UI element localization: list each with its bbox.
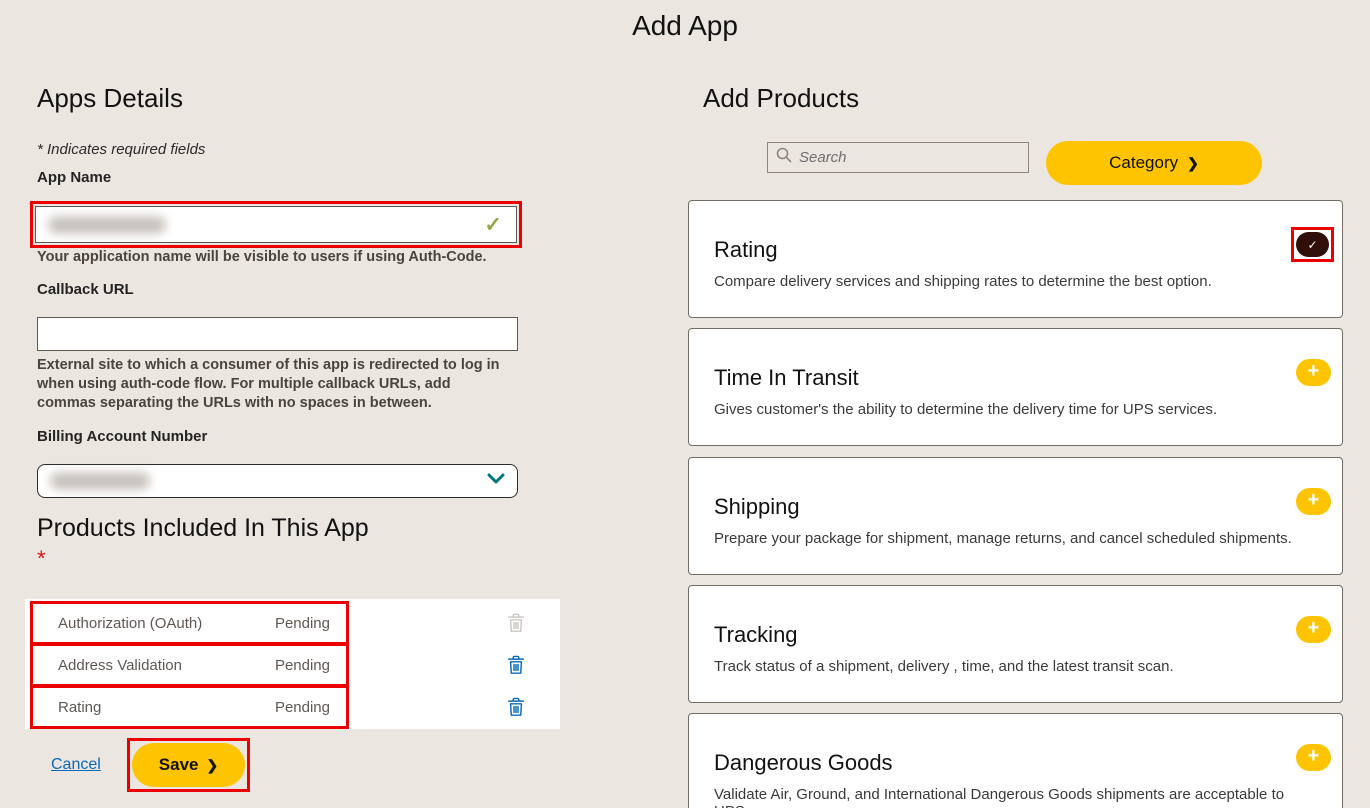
app-name-label: App Name (37, 169, 111, 186)
card-title: Time In Transit (714, 365, 859, 391)
page-title: Add App (0, 10, 1370, 42)
table-row: Authorization (OAuth) Pending (30, 601, 349, 645)
product-name: Rating (58, 699, 101, 716)
product-search (767, 142, 1029, 173)
app-name-redacted-value (48, 216, 166, 233)
product-card-rating: Rating Compare delivery services and shi… (688, 200, 1343, 318)
product-card-shipping: Shipping Prepare your package for shipme… (688, 457, 1343, 575)
selected-check-toggle[interactable]: ✓ (1296, 232, 1329, 257)
table-row: Address Validation Pending (30, 643, 349, 687)
card-description: Track status of a shipment, delivery , t… (714, 658, 1314, 675)
search-icon (776, 147, 792, 168)
status-badge: Pending (275, 615, 330, 632)
cancel-link[interactable]: Cancel (51, 756, 101, 774)
chevron-right-icon: ❯ (206, 757, 218, 774)
app-name-helper: Your application name will be visible to… (37, 248, 527, 267)
status-badge: Pending (275, 657, 330, 674)
add-app-page: Add App Apps Details * Indicates require… (0, 0, 1370, 808)
billing-account-redacted-value (50, 473, 150, 490)
products-included-heading: Products Included In This App * (37, 513, 377, 574)
card-title: Tracking (714, 622, 798, 648)
card-description: Prepare your package for shipment, manag… (714, 530, 1314, 547)
add-product-button[interactable]: + (1296, 744, 1331, 771)
billing-account-label: Billing Account Number (37, 428, 207, 445)
table-row: Rating Pending (30, 685, 349, 729)
app-name-annotation-box: ✓ (30, 201, 522, 248)
product-card-time-in-transit: Time In Transit Gives customer's the abi… (688, 328, 1343, 446)
trash-icon[interactable] (505, 696, 527, 718)
product-card-dangerous-goods: Dangerous Goods Validate Air, Ground, an… (688, 713, 1343, 808)
save-button[interactable]: Save ❯ (132, 743, 245, 787)
status-badge: Pending (275, 699, 330, 716)
plus-icon: + (1308, 488, 1320, 513)
valid-check-icon: ✓ (484, 212, 502, 237)
chevron-right-icon: ❯ (1187, 155, 1199, 172)
callback-url-label: Callback URL (37, 281, 134, 298)
rating-selected-annotation-box: ✓ (1291, 227, 1334, 262)
search-input[interactable] (799, 149, 1020, 166)
card-description: Gives customer's the ability to determin… (714, 401, 1314, 418)
plus-icon: + (1308, 359, 1320, 384)
add-product-button[interactable]: + (1296, 616, 1331, 643)
callback-url-helper: External site to which a consumer of thi… (37, 356, 507, 413)
card-description: Compare delivery services and shipping r… (714, 273, 1314, 290)
card-title: Rating (714, 237, 778, 263)
add-product-button[interactable]: + (1296, 488, 1331, 515)
card-title: Shipping (714, 494, 800, 520)
callback-url-input[interactable] (37, 317, 518, 351)
add-product-button[interactable]: + (1296, 359, 1331, 386)
save-annotation-box: Save ❯ (127, 738, 250, 792)
plus-icon: + (1308, 744, 1320, 769)
product-name: Address Validation (58, 657, 182, 674)
card-title: Dangerous Goods (714, 750, 893, 776)
trash-icon[interactable] (505, 654, 527, 676)
add-products-heading: Add Products (703, 83, 859, 114)
product-name: Authorization (OAuth) (58, 615, 202, 632)
products-table: Authorization (OAuth) Pending Address Va… (25, 599, 560, 729)
plus-icon: + (1308, 616, 1320, 641)
app-name-input[interactable]: ✓ (35, 206, 517, 243)
billing-account-select[interactable] (37, 464, 518, 498)
required-fields-note: * Indicates required fields (37, 141, 205, 158)
chevron-down-icon (487, 472, 505, 490)
product-card-tracking: Tracking Track status of a shipment, del… (688, 585, 1343, 703)
category-button[interactable]: Category ❯ (1046, 141, 1262, 185)
card-description: Validate Air, Ground, and International … (714, 786, 1314, 808)
apps-details-heading: Apps Details (37, 83, 183, 114)
check-icon: ✓ (1307, 238, 1317, 252)
trash-icon (505, 612, 527, 634)
required-asterisk: * (37, 546, 46, 571)
